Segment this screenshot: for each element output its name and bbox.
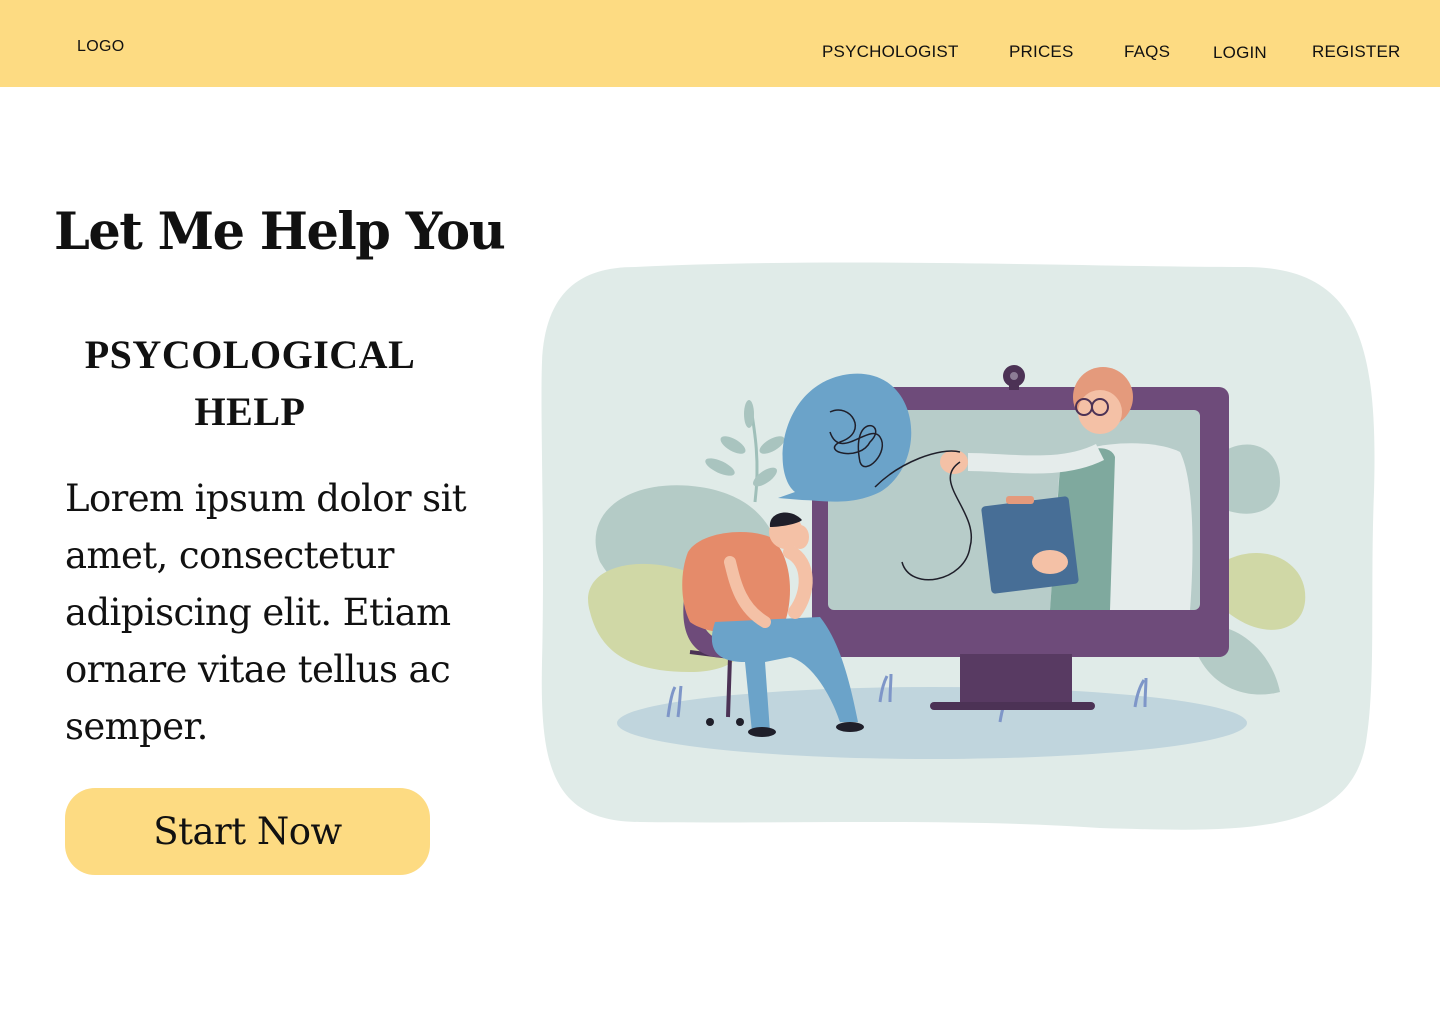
nav-register[interactable]: REGISTER — [1312, 42, 1401, 62]
nav-prices[interactable]: PRICES — [1009, 42, 1074, 62]
hero-subtitle: PSYCOLOGICAL HELP — [60, 326, 440, 440]
hero-subtitle-line-2: HELP — [194, 389, 306, 434]
start-now-button[interactable]: Start Now — [65, 788, 430, 875]
nav-faqs[interactable]: FAQS — [1124, 42, 1170, 62]
hero-description: Lorem ipsum dolor sit amet, consectetur … — [65, 477, 467, 748]
hero-title: Let Me Help You — [54, 202, 506, 262]
logo[interactable]: LOGO — [77, 38, 124, 56]
start-now-label: Start Now — [153, 810, 342, 853]
online-therapy-illustration — [541, 262, 1375, 830]
top-navigation-bar: LOGO PSYCHOLOGIST PRICES FAQS LOGIN REGI… — [0, 0, 1440, 87]
nav-login[interactable]: LOGIN — [1213, 43, 1267, 63]
nav-psychologist[interactable]: PSYCHOLOGIST — [822, 42, 959, 62]
hero-subtitle-line-1: PSYCOLOGICAL — [84, 332, 416, 377]
